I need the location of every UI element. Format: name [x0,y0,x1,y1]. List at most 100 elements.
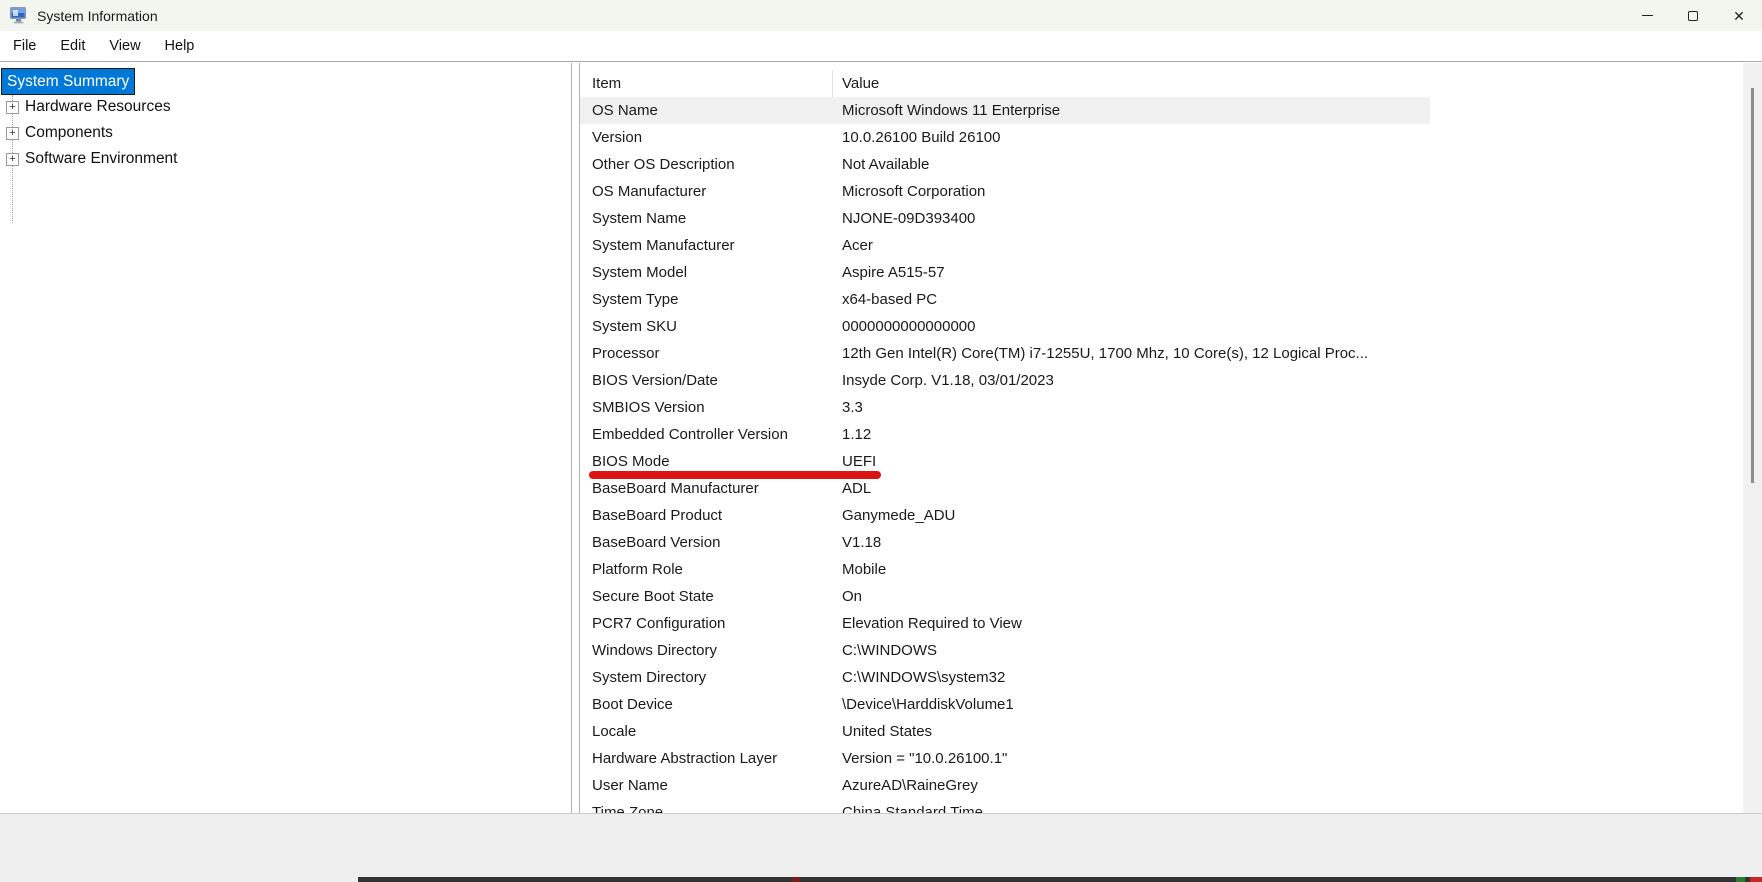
table-row[interactable]: BaseBoard Manufacturer ADL [580,475,1430,502]
row-value-cell: Elevation Required to View [842,615,1022,632]
table-row[interactable]: System SKU 0000000000000000 [580,313,1430,340]
row-item-cell: Hardware Abstraction Layer [592,750,778,767]
red-underline-annotation [589,471,881,479]
expand-plus-icon[interactable]: + [6,100,19,114]
table-row[interactable]: System Name NJONE-09D393400 [580,205,1430,232]
row-value-cell: China Standard Time [842,804,983,813]
table-row[interactable]: OS Manufacturer Microsoft Corporation [580,178,1430,205]
menu-file[interactable]: File [2,34,47,58]
row-item-cell: OS Manufacturer [592,183,707,200]
close-button[interactable]: ✕ [1716,0,1762,31]
taskbar-speck [792,877,800,882]
expand-plus-icon[interactable]: + [6,126,19,140]
row-item-cell: Other OS Description [592,156,735,173]
row-item-cell: System Directory [592,669,707,686]
table-row[interactable]: Locale United States [580,718,1430,745]
row-value-cell: NJONE-09D393400 [842,210,976,227]
listview-header: Item Value [580,70,1430,97]
row-value-cell: On [842,588,863,605]
minimize-button[interactable] [1624,0,1670,31]
tree-item-software-environment[interactable]: + Software Environment [0,146,178,172]
table-row[interactable]: BaseBoard Version V1.18 [580,529,1430,556]
row-item-cell: Version [592,129,643,146]
menu-edit[interactable]: Edit [49,34,96,58]
table-row[interactable]: BaseBoard Product Ganymede_ADU [580,502,1430,529]
row-item-cell: Boot Device [592,696,673,713]
table-row[interactable]: User Name AzureAD\RaineGrey [580,772,1430,799]
vertical-scrollbar[interactable] [1743,63,1762,813]
menu-help[interactable]: Help [154,34,206,58]
table-row[interactable]: Platform Role Mobile [580,556,1430,583]
table-row[interactable]: Windows Directory C:\WINDOWS [580,637,1430,664]
row-item-cell: Processor [592,345,660,362]
row-value-cell: Mobile [842,561,887,578]
table-row[interactable]: Other OS Description Not Available [580,151,1430,178]
row-item-cell: Embedded Controller Version [592,426,788,443]
row-value-cell: \Device\HarddiskVolume1 [842,696,1014,713]
column-header-item[interactable]: Item [580,70,833,97]
scrollbar-thumb[interactable] [1751,88,1754,483]
row-value-cell: Insyde Corp. V1.18, 03/01/2023 [842,372,1054,389]
row-item-cell: System Name [592,210,687,227]
row-value-cell: 0000000000000000 [842,318,976,335]
maximize-icon [1688,10,1698,21]
minimize-icon [1641,15,1653,16]
maximize-button[interactable] [1670,0,1716,31]
table-row[interactable]: Processor 12th Gen Intel(R) Core(TM) i7-… [580,340,1430,367]
row-item-cell: BaseBoard Version [592,534,721,551]
table-row[interactable]: Hardware Abstraction Layer Version = "10… [580,745,1430,772]
table-row[interactable]: Secure Boot State On [580,583,1430,610]
row-value-cell: UEFI [842,453,877,470]
tree-item-system-summary[interactable]: System Summary [0,68,136,95]
table-row[interactable]: System Manufacturer Acer [580,232,1430,259]
find-bar: Find what: Find Close Find Search select… [0,813,1762,882]
table-row[interactable]: Boot Device \Device\HarddiskVolume1 [580,691,1430,718]
table-row[interactable]: SMBIOS Version 3.3 [580,394,1430,421]
row-value-cell: 3.3 [842,399,863,416]
row-item-cell: PCR7 Configuration [592,615,726,632]
row-item-cell: BIOS Version/Date [592,372,718,389]
row-item-cell: OS Name [592,102,658,119]
expand-plus-icon[interactable]: + [6,152,19,166]
tree-item-components[interactable]: + Components [0,120,178,146]
system-information-window: System Information ✕ File Edit View Help… [0,0,1762,882]
row-value-cell: C:\WINDOWS [842,642,937,659]
table-row[interactable]: System Type x64-based PC [580,286,1430,313]
tree-list: + Hardware Resources + Components + Soft… [0,94,178,172]
table-row[interactable]: Time Zone China Standard Time [580,799,1430,813]
row-value-cell: United States [842,723,933,740]
window-titlebar: System Information ✕ [0,0,1762,31]
table-row[interactable]: BIOS Version/Date Insyde Corp. V1.18, 03… [580,367,1430,394]
row-value-cell: Version = "10.0.26100.1" [842,750,1008,767]
tree-item-hardware-resources[interactable]: + Hardware Resources [0,94,178,120]
row-item-cell: System Model [592,264,688,281]
row-value-cell: Microsoft Windows 11 Enterprise [842,102,1061,119]
tree-item-label: Components [25,124,113,141]
table-row[interactable]: OS Name Microsoft Windows 11 Enterprise [580,97,1430,124]
row-value-cell: Acer [842,237,873,254]
table-row[interactable]: Version 10.0.26100 Build 26100 [580,124,1430,151]
menu-bar: File Edit View Help [0,31,1762,62]
row-item-cell: System Type [592,291,679,308]
table-row[interactable]: System Model Aspire A515-57 [580,259,1430,286]
column-header-value[interactable]: Value [833,70,1430,97]
row-item-cell: BaseBoard Manufacturer [592,480,759,497]
row-value-cell: Not Available [842,156,930,173]
menu-view[interactable]: View [98,34,151,58]
row-value-cell: Aspire A515-57 [842,264,945,281]
row-item-cell: System SKU [592,318,678,335]
table-row[interactable]: System Directory C:\WINDOWS\system32 [580,664,1430,691]
row-item-cell: SMBIOS Version [592,399,705,416]
panel-splitter[interactable] [572,63,579,813]
window-controls: ✕ [1624,0,1762,31]
system-information-app-icon [10,7,26,24]
details-panel: Item Value OS Name Microsoft Windows 11 … [579,63,1743,813]
table-row[interactable]: Embedded Controller Version 1.12 [580,421,1430,448]
row-value-cell: C:\WINDOWS\system32 [842,669,1006,686]
row-value-cell: Microsoft Corporation [842,183,986,200]
row-item-cell: Time Zone [592,804,664,813]
table-row[interactable]: PCR7 Configuration Elevation Required to… [580,610,1430,637]
taskbar-edge-sliver [358,877,1762,882]
row-item-cell: Windows Directory [592,642,718,659]
row-value-cell: 12th Gen Intel(R) Core(TM) i7-1255U, 170… [842,345,1369,362]
